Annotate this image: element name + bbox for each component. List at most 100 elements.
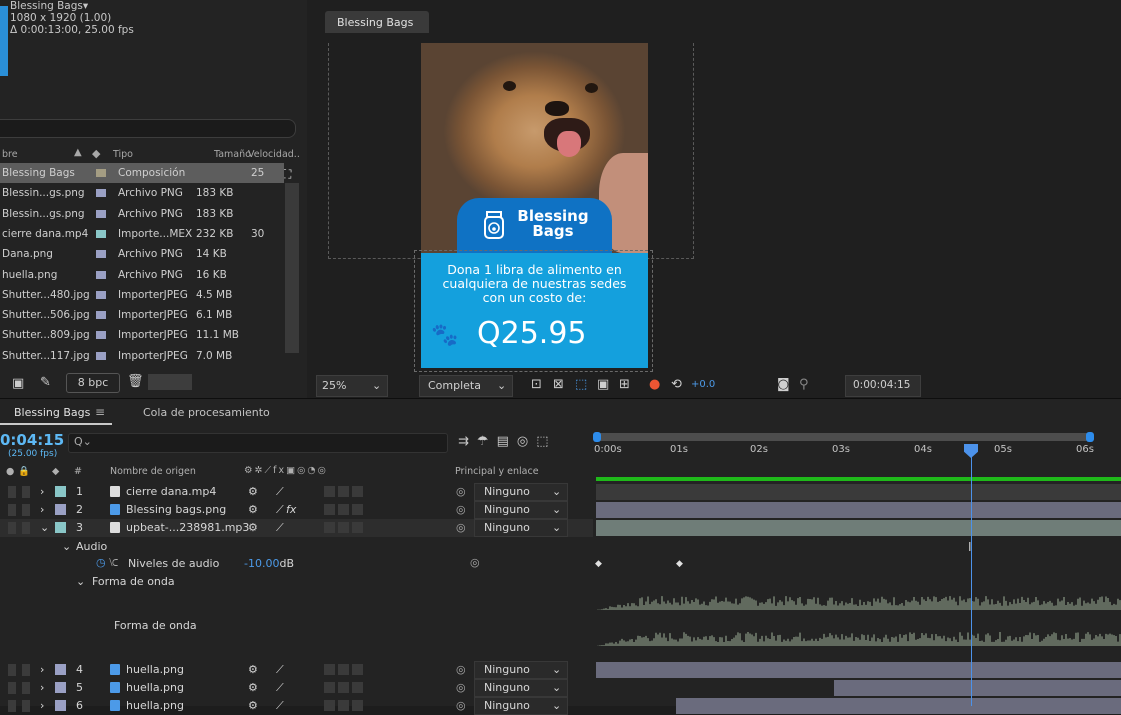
layer-row[interactable]: ⌄ 3 upbeat-...238981.mp3 ⚙ ⟋ ◎ Ninguno ⌄	[0, 519, 593, 537]
pickwhip-icon[interactable]: ◎	[470, 556, 480, 569]
label-color-swatch[interactable]	[96, 331, 106, 340]
audio-group[interactable]: ⌄ Audio	[0, 538, 593, 556]
interpret-footage-icon[interactable]: ▣	[12, 376, 24, 391]
shy-switch-icon[interactable]: ⚙	[248, 663, 258, 676]
waveform-group[interactable]: ⌄ Forma de onda	[0, 573, 593, 591]
keyframe[interactable]: ◆	[595, 559, 602, 569]
exposure-value[interactable]: +0.0	[691, 379, 715, 390]
layer-label-color[interactable]	[55, 486, 66, 497]
lock-switch[interactable]	[22, 504, 30, 516]
av-switch[interactable]	[8, 504, 16, 516]
lock-switch[interactable]	[22, 486, 30, 498]
navigator-start-handle[interactable]	[593, 432, 601, 442]
stopwatch-icon[interactable]: ◷	[96, 556, 106, 569]
pen-icon[interactable]: ✎	[40, 375, 51, 390]
zoom-dropdown[interactable]: 25% ⌄	[316, 375, 388, 397]
graph-icon[interactable]: ⟈	[109, 556, 118, 570]
layer-label-color[interactable]	[55, 504, 66, 515]
label-color-swatch[interactable]	[96, 311, 106, 320]
trash-icon[interactable]: 🗑	[127, 374, 144, 389]
lock-switch[interactable]	[22, 682, 30, 694]
keyframe[interactable]: ◆	[676, 559, 683, 569]
project-item[interactable]: huella.png Archivo PNG 16 KB	[0, 265, 284, 285]
chevron-right-icon[interactable]: ›	[40, 485, 44, 498]
av-switch[interactable]	[8, 486, 16, 498]
project-item[interactable]: Blessin...gs.png Archivo PNG 183 KB	[0, 204, 284, 224]
project-item[interactable]: Blessing Bags Composición 25	[0, 163, 284, 183]
project-item[interactable]: cierre dana.mp4 Importe...MEX 232 KB 30	[0, 224, 284, 244]
layer-name[interactable]: huella.png	[126, 681, 184, 694]
layer-switch-box[interactable]	[352, 664, 363, 675]
bit-depth-button[interactable]: 8 bpc	[66, 373, 120, 393]
layer-switch-box[interactable]	[338, 522, 349, 533]
region-of-interest-icon[interactable]: ▣	[597, 377, 609, 392]
layer-switch-box[interactable]	[352, 522, 363, 533]
layer-switch-box[interactable]	[324, 504, 335, 515]
transparency-grid-icon[interactable]: ⊠	[553, 377, 564, 392]
layer-switch-box[interactable]	[352, 504, 363, 515]
tab-blessing-bags[interactable]: Blessing Bags ≡	[0, 402, 110, 426]
lock-switch[interactable]	[22, 700, 30, 712]
lock-switch[interactable]	[22, 664, 30, 676]
work-area-bar[interactable]	[596, 477, 1121, 481]
snapshot-icon[interactable]: ◙	[777, 377, 790, 392]
time-navigator[interactable]	[596, 433, 1090, 441]
label-color-swatch[interactable]	[96, 169, 106, 177]
timeline-switches[interactable]: ⇉☂▤◎⬚	[458, 434, 557, 449]
layer-switch-box[interactable]	[324, 664, 335, 675]
audio-levels-value[interactable]: -10.00dB	[244, 557, 294, 570]
layer-row[interactable]: › 1 cierre dana.mp4 ⚙ ⟋ ◎ Ninguno ⌄	[0, 483, 593, 501]
project-item[interactable]: Shutter...809.jpg ImporterJPEG 11.1 MB	[0, 325, 284, 345]
project-item[interactable]: Blessin...gs.png Archivo PNG 183 KB	[0, 183, 284, 203]
shy-switch-icon[interactable]: ⚙	[248, 681, 258, 694]
label-color-swatch[interactable]	[96, 250, 106, 259]
layer-row[interactable]: › 4 huella.png ⚙ ⟋ ◎ Ninguno ⌄	[0, 661, 593, 679]
playhead-line[interactable]	[971, 444, 972, 706]
chevron-down-icon[interactable]: ⌄	[40, 521, 49, 534]
project-item[interactable]: Shutter...506.jpg ImporterJPEG 6.1 MB	[0, 305, 284, 325]
comp-name[interactable]: Blessing Bags▾	[10, 0, 134, 12]
project-item[interactable]: Shutter...480.jpg ImporterJPEG 4.5 MB	[0, 285, 284, 305]
quality-switch-icon[interactable]: ⟋	[276, 681, 284, 695]
tab-render-queue[interactable]: Cola de procesamiento	[143, 406, 270, 419]
timeline-search-input[interactable]: Q⌄	[68, 433, 448, 453]
label-color-swatch[interactable]	[96, 229, 106, 238]
project-scrollbar[interactable]	[285, 183, 299, 353]
layer-switch-box[interactable]	[352, 486, 363, 497]
show-snapshot-icon[interactable]: ⚲	[799, 377, 809, 392]
layer-row[interactable]: › 5 huella.png ⚙ ⟋ ◎ Ninguno ⌄	[0, 679, 593, 697]
label-color-swatch[interactable]	[96, 209, 106, 218]
shy-switch-icon[interactable]: ⚙	[248, 521, 258, 534]
label-color-swatch[interactable]	[96, 351, 106, 360]
layer-row[interactable]: › 6 huella.png ⚙ ⟋ ◎ Ninguno ⌄	[0, 697, 593, 715]
grid-guides-icon[interactable]: ⊞	[619, 377, 630, 392]
resolution-dropdown[interactable]: Completa ⌄	[419, 375, 513, 397]
sort-up-icon[interactable]: ▲	[74, 147, 82, 158]
layer-duration-bar[interactable]	[596, 484, 1121, 500]
chevron-right-icon[interactable]: ›	[40, 681, 44, 694]
layer-name[interactable]: upbeat-...238981.mp3	[126, 521, 249, 534]
layer-label-color[interactable]	[55, 682, 66, 693]
flowchart-icon[interactable]: ⛶	[283, 167, 291, 182]
fx-switch[interactable]: fx	[286, 503, 296, 516]
layer-switch-box[interactable]	[324, 682, 335, 693]
shy-switch-icon[interactable]: ⚙	[248, 485, 258, 498]
col-source-name[interactable]: Nombre de origen	[110, 466, 196, 477]
pickwhip-icon[interactable]: ◎	[456, 485, 466, 498]
layer-row[interactable]: › 2 Blessing bags.png ⚙ ⟋ fx ◎ Ninguno ⌄	[0, 501, 593, 519]
pickwhip-icon[interactable]: ◎	[456, 521, 466, 534]
layer-switch-box[interactable]	[324, 486, 335, 497]
col-size[interactable]: Tamaño	[214, 149, 251, 160]
layer-switch-box[interactable]	[324, 522, 335, 533]
col-name[interactable]: bre	[2, 149, 18, 160]
tab-composition[interactable]: Blessing Bags	[325, 11, 429, 33]
layer-switch-box[interactable]	[338, 504, 349, 515]
pickwhip-icon[interactable]: ◎	[456, 503, 466, 516]
layer-name[interactable]: cierre dana.mp4	[126, 485, 216, 498]
chevron-right-icon[interactable]: ›	[40, 503, 44, 516]
label-color-swatch[interactable]	[96, 270, 106, 279]
quality-switch-icon[interactable]: ⟋	[276, 503, 284, 517]
lock-switch[interactable]	[22, 522, 30, 534]
layer-switch-box[interactable]	[338, 486, 349, 497]
fast-preview-icon[interactable]: ⊡	[531, 377, 542, 392]
